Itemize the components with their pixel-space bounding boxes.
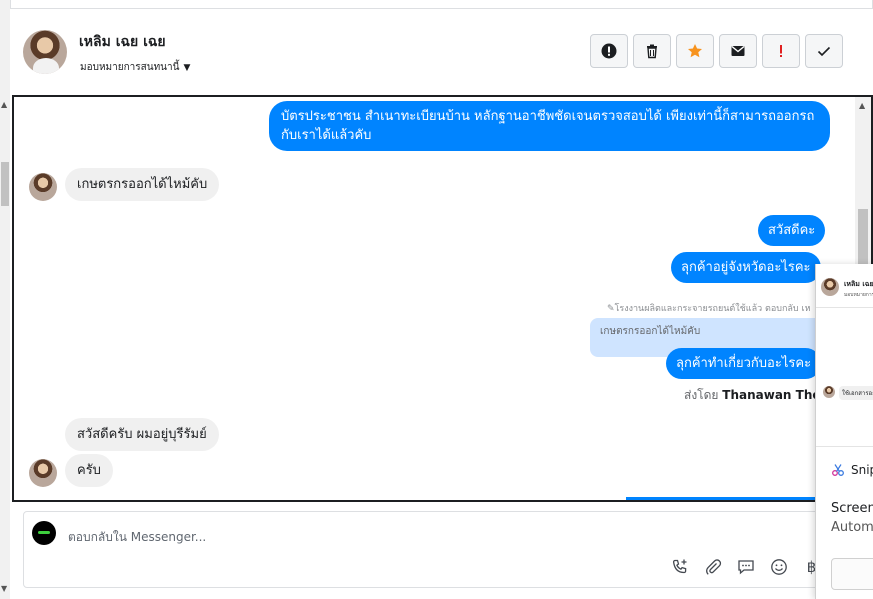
outgoing-message[interactable]: ลุกค้าทำเกี่ยวกับอะไรคะ xyxy=(666,348,822,379)
envelope-icon xyxy=(731,45,745,56)
snipping-tool-icon xyxy=(832,464,844,476)
popup-name: เหลิม เฉย xyxy=(844,280,873,288)
sender-name: Thanawan Thon xyxy=(722,388,830,402)
incoming-message[interactable]: เกษตรกรออกได้ไหม้คับ xyxy=(65,168,220,201)
popup-sub: มอบหมายการสนท xyxy=(844,292,873,298)
saved-reply-button[interactable] xyxy=(735,556,756,577)
contact-avatar[interactable] xyxy=(23,30,67,74)
popup-subtitle: Autom xyxy=(831,520,873,535)
reply-context-note: ✎โรงงานผลิตและกระจายรถยนต์ใช้แล้ว ตอบกลั… xyxy=(607,304,811,314)
paperclip-icon xyxy=(705,558,721,575)
outgoing-message[interactable]: บัตรประชาชน สำเนาทะเบียนบ้าน หลักฐานอาชี… xyxy=(269,101,830,151)
delete-button[interactable] xyxy=(633,34,671,68)
page-scrollbar[interactable]: ▲ ▼ xyxy=(0,0,10,599)
scrollbar-thumb[interactable] xyxy=(1,162,9,206)
snipping-tool-popup[interactable]: เหลิม เฉย มอบหมายการสนท ใช้เอกสารอะ Snip… xyxy=(815,264,873,599)
caret-down-icon: ▼ xyxy=(183,62,191,73)
spam-icon xyxy=(780,45,782,57)
page-avatar xyxy=(32,521,56,545)
popup-message: ใช้เอกสารอะ xyxy=(839,386,873,400)
scroll-down-arrow-icon[interactable]: ▼ xyxy=(1,584,7,593)
message-thread[interactable]: บัตรประชาชน สำเนาทะเบียนบ้าน หลักฐานอาชี… xyxy=(12,95,873,502)
composer-tools: ฿ xyxy=(669,556,822,577)
conversation-header: เหลิม เฉย เฉย มอบหมายการสนทนานี้ ▼ xyxy=(10,8,873,94)
scroll-up-arrow-icon[interactable]: ▲ xyxy=(859,101,865,110)
contact-avatar-small xyxy=(29,173,57,201)
header-actions xyxy=(590,34,843,68)
top-frame xyxy=(10,0,873,8)
emoji-icon xyxy=(770,558,787,575)
emoji-button[interactable] xyxy=(768,556,789,577)
popup-avatar xyxy=(821,278,839,296)
assign-label: มอบหมายการสนทนานี้ xyxy=(80,62,180,73)
follow-up-icon xyxy=(601,43,617,59)
popup-thumbnail-header: เหลิม เฉย มอบหมายการสนท xyxy=(816,264,873,308)
star-button[interactable] xyxy=(676,34,714,68)
scroll-up-arrow-icon[interactable]: ▲ xyxy=(1,100,7,109)
popup-avatar-small xyxy=(823,386,835,398)
outgoing-message-edge xyxy=(626,497,816,500)
contact-avatar-small xyxy=(29,459,57,487)
assign-dropdown[interactable]: มอบหมายการสนทนานี้ ▼ xyxy=(80,60,190,75)
star-icon xyxy=(688,44,702,58)
popup-title: Screen xyxy=(831,501,873,516)
trash-icon xyxy=(647,44,657,59)
call-button[interactable] xyxy=(669,556,690,577)
incoming-message[interactable]: สวัสดีครับ ผมอยู่บุรีรัมย์ xyxy=(65,418,219,451)
snip-app-row[interactable]: Snip xyxy=(831,463,873,477)
sent-by-label: ส่งโดย Thanawan Thon xyxy=(684,388,830,402)
phone-plus-icon xyxy=(672,559,686,573)
attach-button[interactable] xyxy=(702,556,723,577)
mark-unread-button[interactable] xyxy=(719,34,757,68)
snip-label: Snip xyxy=(851,463,873,477)
reply-input[interactable]: ตอบกลับใน Messenger... xyxy=(68,528,206,547)
saved-reply-icon xyxy=(737,559,754,574)
follow-up-button[interactable] xyxy=(590,34,628,68)
pencil-icon: ✎ xyxy=(607,304,615,314)
outgoing-message[interactable]: ลุกค้าอยู่จังหวัดอะไรคะ xyxy=(671,252,821,283)
check-icon xyxy=(817,46,831,57)
reply-composer: ตอบกลับใน Messenger... ฿ xyxy=(23,511,853,588)
contact-name[interactable]: เหลิม เฉย เฉย xyxy=(79,31,166,53)
outgoing-message[interactable]: สวัสดีคะ xyxy=(758,215,826,246)
incoming-message[interactable]: ครับ xyxy=(65,454,113,487)
spam-button[interactable] xyxy=(762,34,800,68)
popup-divider xyxy=(816,446,873,447)
mark-done-button[interactable] xyxy=(805,34,843,68)
popup-action-button[interactable] xyxy=(831,558,873,590)
